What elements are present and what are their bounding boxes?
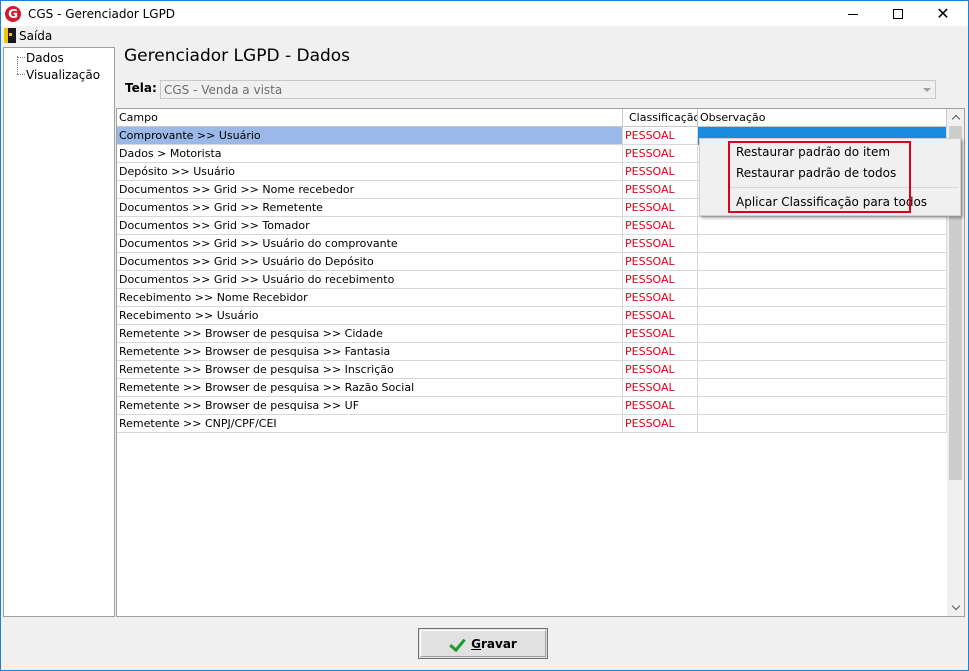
cell-campo[interactable]: Dados > Motorista xyxy=(117,145,623,163)
title-bar: G CGS - Gerenciador LGPD ✕ xyxy=(0,0,969,26)
cell-observacao[interactable] xyxy=(698,307,947,325)
cell-classificacao[interactable]: PESSOAL xyxy=(623,289,698,307)
table-row[interactable]: Documentos >> Grid >> Usuário do comprov… xyxy=(117,235,948,253)
cell-campo[interactable]: Documentos >> Grid >> Usuário do Depósit… xyxy=(117,253,623,271)
cell-classificacao[interactable]: PESSOAL xyxy=(623,253,698,271)
table-row[interactable]: Documentos >> Grid >> Usuário do recebim… xyxy=(117,271,948,289)
table-row[interactable]: Documentos >> Grid >> Tomador PESSOAL xyxy=(117,217,948,235)
tela-select[interactable]: CGS - Venda a vista xyxy=(160,80,936,99)
close-icon: ✕ xyxy=(936,4,950,23)
save-mnemonic: G xyxy=(471,636,481,651)
minimize-button[interactable] xyxy=(830,1,876,27)
minimize-icon xyxy=(848,13,858,15)
cell-campo[interactable]: Remetente >> CNPJ/CPF/CEI xyxy=(117,415,623,433)
tree-connector xyxy=(17,57,25,58)
menu-item-saida[interactable]: Saída xyxy=(4,27,52,44)
cell-campo[interactable]: Comprovante >> Usuário xyxy=(117,127,623,145)
cell-classificacao[interactable]: PESSOAL xyxy=(623,379,698,397)
cell-classificacao[interactable]: PESSOAL xyxy=(623,361,698,379)
cell-observacao[interactable] xyxy=(698,325,947,343)
maximize-icon xyxy=(893,9,903,19)
cell-observacao[interactable] xyxy=(698,379,947,397)
tela-label: Tela: xyxy=(125,81,157,95)
table-row[interactable]: Recebimento >> Usuário PESSOAL xyxy=(117,307,948,325)
tree-item-dados[interactable]: Dados xyxy=(26,51,64,65)
tree-connector xyxy=(17,74,25,75)
window-title: CGS - Gerenciador LGPD xyxy=(28,7,176,21)
cell-classificacao[interactable]: PESSOAL xyxy=(623,271,698,289)
app-logo-icon: G xyxy=(5,6,21,22)
column-header-campo[interactable]: Campo xyxy=(117,109,623,127)
save-button-label: Gravar xyxy=(471,637,517,651)
chevron-down-icon xyxy=(951,601,960,611)
cell-observacao[interactable] xyxy=(698,271,947,289)
cell-classificacao[interactable]: PESSOAL xyxy=(623,325,698,343)
table-row[interactable]: Documentos >> Grid >> Usuário do Depósit… xyxy=(117,253,948,271)
table-row[interactable]: Recebimento >> Nome Recebidor PESSOAL xyxy=(117,289,948,307)
table-row[interactable]: Remetente >> Browser de pesquisa >> UF PE… xyxy=(117,397,948,415)
cell-observacao[interactable] xyxy=(698,253,947,271)
menu-item-saida-label: Saída xyxy=(19,28,53,43)
cell-classificacao[interactable]: PESSOAL xyxy=(623,127,698,145)
cell-observacao[interactable] xyxy=(698,343,947,361)
navigation-tree: Dados Visualização xyxy=(3,47,115,617)
table-row[interactable]: Remetente >> Browser de pesquisa >> Cida… xyxy=(117,325,948,343)
cell-observacao[interactable] xyxy=(698,289,947,307)
cell-classificacao[interactable]: PESSOAL xyxy=(623,307,698,325)
cell-campo[interactable]: Recebimento >> Usuário xyxy=(117,307,623,325)
tree-item-visualizacao[interactable]: Visualização xyxy=(26,68,100,82)
cell-observacao[interactable] xyxy=(698,217,947,235)
cell-observacao[interactable] xyxy=(698,415,947,433)
table-row[interactable]: Remetente >> Browser de pesquisa >> Insc… xyxy=(117,361,948,379)
cell-classificacao[interactable]: PESSOAL xyxy=(623,145,698,163)
column-header-observacao[interactable]: Observação xyxy=(698,109,947,127)
cell-classificacao[interactable]: PESSOAL xyxy=(623,235,698,253)
cell-observacao[interactable] xyxy=(698,397,947,415)
scroll-down-button[interactable] xyxy=(947,599,964,616)
chevron-down-icon xyxy=(922,87,931,92)
cell-classificacao[interactable]: PESSOAL xyxy=(623,397,698,415)
close-button[interactable]: ✕ xyxy=(920,1,966,27)
maximize-button[interactable] xyxy=(875,1,921,27)
table-row[interactable]: Remetente >> Browser de pesquisa >> Razã… xyxy=(117,379,948,397)
tela-select-value: CGS - Venda a vista xyxy=(164,83,283,97)
dropdown-button[interactable] xyxy=(919,82,934,97)
cell-campo[interactable]: Documentos >> Grid >> Usuário do comprov… xyxy=(117,235,623,253)
column-header-classificacao[interactable]: Classificação xyxy=(623,109,698,127)
cell-campo[interactable]: Remetente >> Browser de pesquisa >> Insc… xyxy=(117,361,623,379)
table-row[interactable]: Remetente >> CNPJ/CPF/CEI PESSOAL xyxy=(117,415,948,433)
checkmark-icon xyxy=(449,636,465,652)
cell-campo[interactable]: Remetente >> Browser de pesquisa >> UF xyxy=(117,397,623,415)
annotation-highlight xyxy=(728,141,911,213)
exit-door-icon xyxy=(4,28,16,43)
cell-campo[interactable]: Documentos >> Grid >> Usuário do recebim… xyxy=(117,271,623,289)
cell-observacao[interactable] xyxy=(698,235,947,253)
tree-connector xyxy=(17,56,18,74)
cell-classificacao[interactable]: PESSOAL xyxy=(623,343,698,361)
cell-classificacao[interactable]: PESSOAL xyxy=(623,217,698,235)
table-row[interactable]: Remetente >> Browser de pesquisa >> Fant… xyxy=(117,343,948,361)
cell-classificacao[interactable]: PESSOAL xyxy=(623,163,698,181)
cell-campo[interactable]: Documentos >> Grid >> Tomador xyxy=(117,217,623,235)
menu-bar: Saída xyxy=(0,26,969,45)
save-button[interactable]: Gravar xyxy=(418,628,548,659)
cell-campo[interactable]: Remetente >> Browser de pesquisa >> Cida… xyxy=(117,325,623,343)
grid-header: Campo Classificação Observação xyxy=(117,109,948,127)
chevron-up-icon xyxy=(951,114,960,124)
cell-classificacao[interactable]: PESSOAL xyxy=(623,181,698,199)
cell-campo[interactable]: Depósito >> Usuário xyxy=(117,163,623,181)
cell-campo[interactable]: Recebimento >> Nome Recebidor xyxy=(117,289,623,307)
cell-classificacao[interactable]: PESSOAL xyxy=(623,199,698,217)
cell-campo[interactable]: Documentos >> Grid >> Nome recebedor xyxy=(117,181,623,199)
cell-campo[interactable]: Remetente >> Browser de pesquisa >> Razã… xyxy=(117,379,623,397)
cell-campo[interactable]: Documentos >> Grid >> Remetente xyxy=(117,199,623,217)
save-label-rest: ravar xyxy=(481,636,517,651)
page-title: Gerenciador LGPD - Dados xyxy=(124,46,351,66)
cell-campo[interactable]: Remetente >> Browser de pesquisa >> Fant… xyxy=(117,343,623,361)
cell-observacao[interactable] xyxy=(698,361,947,379)
scroll-up-button[interactable] xyxy=(947,109,964,126)
cell-classificacao[interactable]: PESSOAL xyxy=(623,415,698,433)
